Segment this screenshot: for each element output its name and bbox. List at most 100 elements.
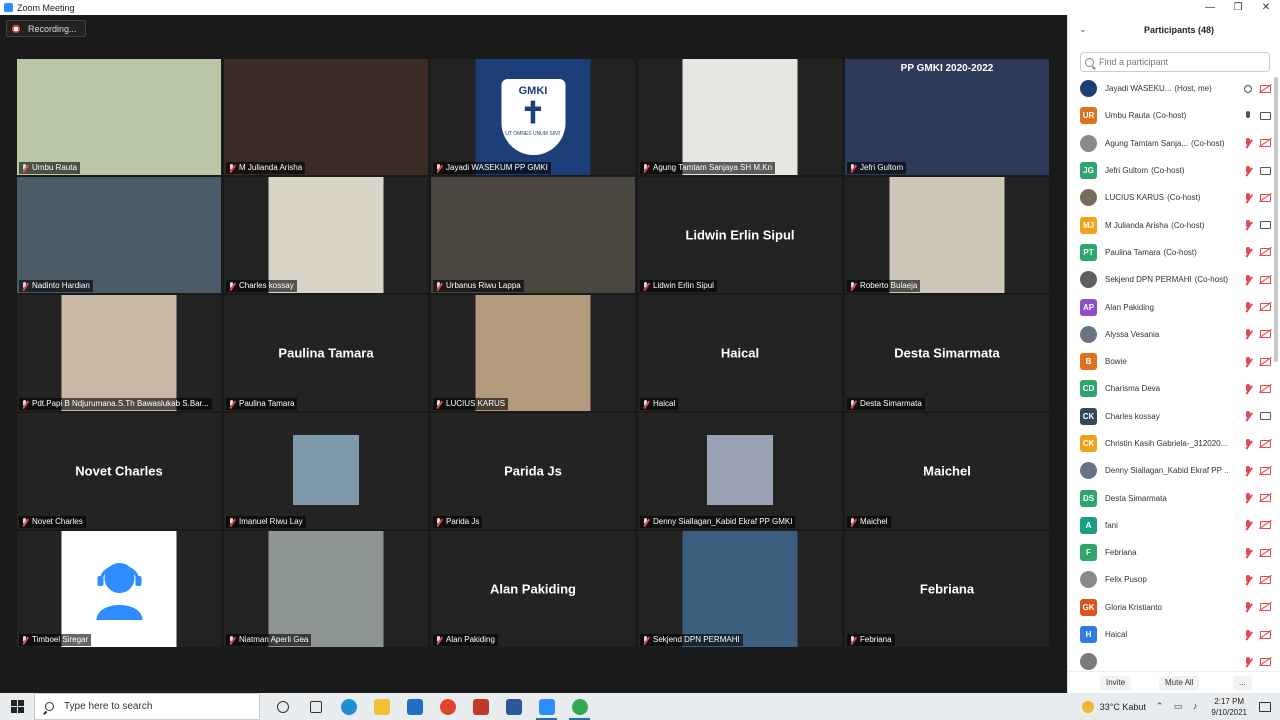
mic-muted-icon[interactable] <box>1244 247 1252 257</box>
file-explorer-taskbar-button[interactable] <box>365 693 398 720</box>
camera-off-icon[interactable] <box>1260 303 1271 312</box>
invite-button[interactable]: Invite <box>1100 676 1132 690</box>
participant-row[interactable]: UR Umbu Rauta (Co-host) <box>1068 102 1280 129</box>
participant-row[interactable]: Felix Pusop <box>1068 566 1280 593</box>
video-tile[interactable]: Lidwin Erlin Sipul Lidwin Erlin Sipul <box>638 177 842 293</box>
mic-muted-icon[interactable] <box>1244 165 1252 176</box>
camera-off-icon[interactable] <box>1260 494 1271 503</box>
participant-row[interactable]: CD Charisma Deva <box>1068 375 1280 402</box>
video-tile[interactable]: Desta Simarmata Desta Simarmata <box>845 295 1049 411</box>
video-tile[interactable]: Maichel Maichel <box>845 413 1049 529</box>
word-taskbar-button[interactable] <box>497 693 530 720</box>
mic-muted-icon[interactable] <box>1244 411 1252 421</box>
video-tile[interactable]: GMKI ✝ UT OMNES UNUM SINT Jayadi WASEKUM PP… <box>431 59 635 175</box>
mic-muted-icon[interactable] <box>1244 493 1252 503</box>
camera-off-icon[interactable] <box>1260 275 1271 284</box>
mic-muted-icon[interactable] <box>1244 520 1252 530</box>
participant-row[interactable]: B Bowie <box>1068 348 1280 375</box>
participant-row[interactable]: LUCIUS KARUS (Co-host) <box>1068 184 1280 211</box>
video-tile[interactable]: LUCIUS KARUS <box>431 295 635 411</box>
video-tile[interactable]: Urbanus Riwu Lappa <box>431 177 635 293</box>
camera-off-icon[interactable] <box>1260 466 1271 475</box>
store-taskbar-button[interactable] <box>464 693 497 720</box>
participant-row[interactable]: CK Charles kossay <box>1068 403 1280 430</box>
participant-row[interactable] <box>1068 648 1280 671</box>
participant-list-scrollbar[interactable] <box>1274 77 1278 362</box>
mic-muted-icon[interactable] <box>1244 574 1252 585</box>
mic-muted-icon[interactable] <box>1244 356 1252 367</box>
video-tile[interactable]: Sekjend DPN PERMAHI <box>638 531 842 647</box>
camera-off-icon[interactable] <box>1260 657 1271 666</box>
mic-muted-icon[interactable] <box>1244 329 1252 339</box>
camera-off-icon[interactable] <box>1260 603 1271 612</box>
mic-muted-icon[interactable] <box>1244 192 1252 203</box>
participant-row[interactable]: Denny Siallagan_Kabid Ekraf PP ... <box>1068 457 1280 484</box>
camera-off-icon[interactable] <box>1260 330 1271 339</box>
camera-off-icon[interactable] <box>1260 193 1271 202</box>
recording-indicator[interactable]: Recording... <box>6 20 86 37</box>
tray-system-icons[interactable]: ⌃ ▭ ♪ <box>1156 701 1202 712</box>
zoom-taskbar-button[interactable] <box>530 693 563 720</box>
mic-muted-icon[interactable] <box>1244 602 1252 612</box>
mic-muted-icon[interactable] <box>1244 302 1252 312</box>
participant-row[interactable]: Alyssa Vesania <box>1068 321 1280 348</box>
camera-icon[interactable] <box>1260 221 1271 230</box>
video-tile[interactable]: Parida Js Parida Js <box>431 413 635 529</box>
camera-off-icon[interactable] <box>1260 548 1271 557</box>
participant-row[interactable]: AP Alan Pakiding <box>1068 293 1280 320</box>
participant-row[interactable]: Sekjend DPN PERMAHI (Co-host) <box>1068 266 1280 293</box>
video-tile[interactable]: Paulina Tamara Paulina Tamara <box>224 295 428 411</box>
video-tile[interactable]: Denny Siallagan_Kabid Ekraf PP GMKI <box>638 413 842 529</box>
minimize-button[interactable]: — <box>1196 0 1224 15</box>
video-tile[interactable]: Agung Tamtam Sanjaya SH M.Kn <box>638 59 842 175</box>
camera-icon[interactable] <box>1260 111 1271 120</box>
camera-off-icon[interactable] <box>1260 139 1271 148</box>
video-tile[interactable]: Pdt.Papi B Ndjurumana.S.Th Bawaslukab S.… <box>17 295 221 411</box>
video-tile[interactable]: Niatman Aperli Gea <box>224 531 428 647</box>
video-tile[interactable]: Febriana Febriana <box>845 531 1049 647</box>
more-options-button[interactable]: ... <box>1233 676 1252 690</box>
video-tile[interactable]: Timboel Siregar <box>17 531 221 647</box>
mic-muted-icon[interactable] <box>1244 220 1252 230</box>
close-button[interactable]: ✕ <box>1252 0 1280 15</box>
mic-muted-icon[interactable] <box>1244 383 1252 394</box>
participant-row[interactable]: Agung Tamtam Sanja... (Co-host) <box>1068 130 1280 157</box>
camera-off-icon[interactable] <box>1260 384 1271 393</box>
chrome-taskbar-button[interactable] <box>563 693 596 720</box>
participant-row[interactable]: DS Desta Simarmata <box>1068 484 1280 511</box>
participant-search-input[interactable]: Find a participant <box>1080 52 1270 72</box>
video-tile[interactable]: Nadinto Hardian <box>17 177 221 293</box>
participant-row[interactable]: CK Christin Kasih Gabriela-_312020... <box>1068 430 1280 457</box>
chrome-taskbar-button[interactable] <box>431 693 464 720</box>
camera-off-icon[interactable] <box>1260 357 1271 366</box>
video-tile[interactable]: Novet Charles Novet Charles <box>17 413 221 529</box>
screen-share-icon[interactable] <box>1244 84 1252 93</box>
taskbar-clock[interactable]: 2:17 PM 9/10/2021 <box>1211 696 1247 718</box>
mic-muted-icon[interactable] <box>1244 438 1252 449</box>
participant-row[interactable]: JG Jefri Gultom (Co-host) <box>1068 157 1280 184</box>
video-tile[interactable]: Roberto Bulaeja <box>845 177 1049 293</box>
participant-row[interactable]: MJ M Julianda Arisha (Co-host) <box>1068 211 1280 238</box>
notification-icon[interactable] <box>1259 701 1271 712</box>
participant-row[interactable]: F Febriana <box>1068 539 1280 566</box>
mic-muted-icon[interactable] <box>1244 274 1252 285</box>
participant-row[interactable]: Afani <box>1068 512 1280 539</box>
video-tile[interactable]: Haical Haical <box>638 295 842 411</box>
recording-stop-icon[interactable] <box>12 24 20 33</box>
camera-off-icon[interactable] <box>1260 630 1271 639</box>
participant-row[interactable]: GK Gloria Kristianto <box>1068 594 1280 621</box>
video-tile[interactable]: M Julianda Arisha <box>224 59 428 175</box>
task-view-taskbar-button[interactable] <box>266 693 299 720</box>
video-tile[interactable]: PP GMKI 2020-2022 Jefri Gultom <box>845 59 1049 175</box>
camera-off-icon[interactable] <box>1260 248 1271 257</box>
mic-muted-icon[interactable] <box>1244 547 1252 558</box>
weather-widget[interactable]: 33°C Kabut <box>1081 700 1146 713</box>
mail-taskbar-button[interactable] <box>398 693 431 720</box>
participant-row[interactable]: Jayadi WASEKU... (Host, me) <box>1068 75 1280 102</box>
mic-muted-icon[interactable] <box>1244 465 1252 476</box>
participant-row[interactable]: H Haical <box>1068 621 1280 648</box>
widgets-taskbar-button[interactable] <box>299 693 332 720</box>
mic-muted-icon[interactable] <box>1244 629 1252 640</box>
camera-icon[interactable] <box>1260 412 1271 421</box>
taskbar-search-box[interactable]: Type here to search <box>34 693 260 720</box>
